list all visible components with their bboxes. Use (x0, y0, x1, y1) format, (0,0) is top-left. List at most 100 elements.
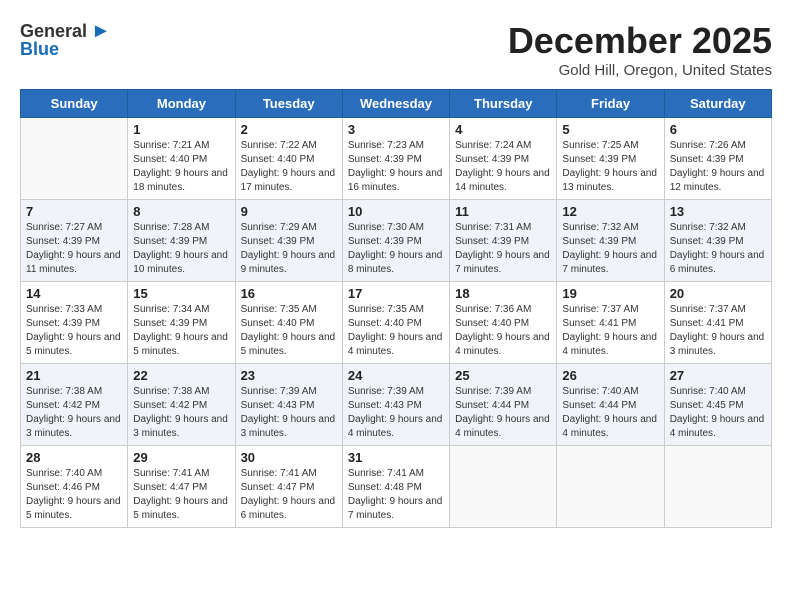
calendar-cell: 4Sunrise: 7:24 AMSunset: 4:39 PMDaylight… (450, 118, 557, 200)
day-number: 25 (455, 368, 551, 383)
logo: General ► Blue (20, 20, 111, 60)
calendar-cell (664, 446, 771, 528)
calendar-cell: 26 Sunrise: 7:40 AMSunset: 4:44 PMDayligh… (557, 364, 664, 446)
calendar-cell (21, 118, 128, 200)
calendar-cell: 1 Sunrise: 7:21 AMSunset: 4:40 PMDaylight… (128, 118, 235, 200)
calendar-cell: 14Sunrise: 7:33 AMSunset: 4:39 PMDayligh… (21, 282, 128, 364)
calendar-cell: 31 Sunrise: 7:41 AMSunset: 4:48 PMDayligh… (342, 446, 449, 528)
day-info: Sunrise: 7:40 AMSunset: 4:44 PMDaylight:… (562, 385, 658, 441)
day-number: 2 (241, 122, 337, 137)
calendar-week-row: 1 Sunrise: 7:21 AMSunset: 4:40 PMDaylight… (21, 118, 772, 200)
day-info: Sunrise: 7:26 AMSunset: 4:39 PMDaylight:… (670, 139, 766, 195)
calendar-cell: 23 Sunrise: 7:39 AMSunset: 4:43 PMDayligh… (235, 364, 342, 446)
day-info: Sunrise: 7:25 AMSunset: 4:39 PMDaylight:… (562, 139, 658, 195)
calendar-cell: 12 Sunrise: 7:32 AMSunset: 4:39 PMDayligh… (557, 200, 664, 282)
day-info: Sunrise: 7:37 AMSunset: 4:41 PMDaylight:… (562, 303, 658, 359)
day-number: 27 (670, 368, 766, 383)
day-of-week-header: Tuesday (235, 90, 342, 118)
day-info: Sunrise: 7:31 AMSunset: 4:39 PMDaylight:… (455, 221, 551, 277)
day-number: 10 (348, 204, 444, 219)
day-number: 12 (562, 204, 658, 219)
day-info: Sunrise: 7:38 AMSunset: 4:42 PMDaylight:… (26, 385, 122, 441)
day-info: Sunrise: 7:37 AMSunset: 4:41 PMDaylight:… (670, 303, 766, 359)
day-info: Sunrise: 7:35 AMSunset: 4:40 PMDaylight:… (241, 303, 337, 359)
day-info: Sunrise: 7:32 AMSunset: 4:39 PMDaylight:… (562, 221, 658, 277)
day-number: 6 (670, 122, 766, 137)
day-info: Sunrise: 7:39 AMSunset: 4:44 PMDaylight:… (455, 385, 551, 441)
day-number: 22 (133, 368, 229, 383)
day-number: 24 (348, 368, 444, 383)
calendar-cell: 28Sunrise: 7:40 AMSunset: 4:46 PMDayligh… (21, 446, 128, 528)
day-info: Sunrise: 7:39 AMSunset: 4:43 PMDaylight:… (348, 385, 444, 441)
calendar-cell: 15 Sunrise: 7:34 AMSunset: 4:39 PMDayligh… (128, 282, 235, 364)
day-number: 5 (562, 122, 658, 137)
day-info: Sunrise: 7:40 AMSunset: 4:45 PMDaylight:… (670, 385, 766, 441)
day-number: 8 (133, 204, 229, 219)
day-number: 28 (26, 450, 122, 465)
calendar-cell: 16 Sunrise: 7:35 AMSunset: 4:40 PMDayligh… (235, 282, 342, 364)
calendar-week-row: 14Sunrise: 7:33 AMSunset: 4:39 PMDayligh… (21, 282, 772, 364)
location: Gold Hill, Oregon, United States (508, 62, 772, 79)
day-number: 18 (455, 286, 551, 301)
calendar-header-row: SundayMondayTuesdayWednesdayThursdayFrid… (21, 90, 772, 118)
day-info: Sunrise: 7:41 AMSunset: 4:48 PMDaylight:… (348, 467, 444, 523)
day-info: Sunrise: 7:32 AMSunset: 4:39 PMDaylight:… (670, 221, 766, 277)
day-number: 20 (670, 286, 766, 301)
day-info: Sunrise: 7:27 AMSunset: 4:39 PMDaylight:… (26, 221, 122, 277)
logo-blue-text: Blue (20, 39, 59, 60)
day-number: 11 (455, 204, 551, 219)
calendar-cell: 25 Sunrise: 7:39 AMSunset: 4:44 PMDayligh… (450, 364, 557, 446)
calendar-cell: 21 Sunrise: 7:38 AMSunset: 4:42 PMDayligh… (21, 364, 128, 446)
day-info: Sunrise: 7:41 AMSunset: 4:47 PMDaylight:… (133, 467, 229, 523)
day-info: Sunrise: 7:22 AMSunset: 4:40 PMDaylight:… (241, 139, 337, 195)
day-number: 23 (241, 368, 337, 383)
page-header: General ► Blue December 2025 Gold Hill, … (20, 20, 772, 79)
day-number: 9 (241, 204, 337, 219)
day-of-week-header: Wednesday (342, 90, 449, 118)
calendar-cell: 3Sunrise: 7:23 AMSunset: 4:39 PMDaylight… (342, 118, 449, 200)
calendar-cell: 6 Sunrise: 7:26 AMSunset: 4:39 PMDaylight… (664, 118, 771, 200)
day-info: Sunrise: 7:30 AMSunset: 4:39 PMDaylight:… (348, 221, 444, 277)
day-number: 17 (348, 286, 444, 301)
day-number: 21 (26, 368, 122, 383)
calendar-cell: 9Sunrise: 7:29 AMSunset: 4:39 PMDaylight… (235, 200, 342, 282)
calendar-cell: 22 Sunrise: 7:38 AMSunset: 4:42 PMDayligh… (128, 364, 235, 446)
calendar-cell: 13Sunrise: 7:32 AMSunset: 4:39 PMDayligh… (664, 200, 771, 282)
calendar-table: SundayMondayTuesdayWednesdayThursdayFrid… (20, 89, 772, 528)
day-info: Sunrise: 7:35 AMSunset: 4:40 PMDaylight:… (348, 303, 444, 359)
calendar-week-row: 7 Sunrise: 7:27 AMSunset: 4:39 PMDaylight… (21, 200, 772, 282)
day-info: Sunrise: 7:28 AMSunset: 4:39 PMDaylight:… (133, 221, 229, 277)
day-number: 1 (133, 122, 229, 137)
calendar-cell: 30 Sunrise: 7:41 AMSunset: 4:47 PMDayligh… (235, 446, 342, 528)
day-number: 31 (348, 450, 444, 465)
day-number: 15 (133, 286, 229, 301)
day-of-week-header: Thursday (450, 90, 557, 118)
title-section: December 2025 Gold Hill, Oregon, United … (508, 20, 772, 79)
calendar-cell: 17 Sunrise: 7:35 AMSunset: 4:40 PMDayligh… (342, 282, 449, 364)
day-of-week-header: Monday (128, 90, 235, 118)
day-info: Sunrise: 7:34 AMSunset: 4:39 PMDaylight:… (133, 303, 229, 359)
day-info: Sunrise: 7:41 AMSunset: 4:47 PMDaylight:… (241, 467, 337, 523)
calendar-cell: 20 Sunrise: 7:37 AMSunset: 4:41 PMDayligh… (664, 282, 771, 364)
day-number: 30 (241, 450, 337, 465)
day-number: 16 (241, 286, 337, 301)
calendar-cell (557, 446, 664, 528)
day-info: Sunrise: 7:21 AMSunset: 4:40 PMDaylight:… (133, 139, 229, 195)
day-info: Sunrise: 7:36 AMSunset: 4:40 PMDaylight:… (455, 303, 551, 359)
calendar-cell: 2 Sunrise: 7:22 AMSunset: 4:40 PMDaylight… (235, 118, 342, 200)
day-number: 14 (26, 286, 122, 301)
calendar-week-row: 21 Sunrise: 7:38 AMSunset: 4:42 PMDayligh… (21, 364, 772, 446)
calendar-cell: 29Sunrise: 7:41 AMSunset: 4:47 PMDayligh… (128, 446, 235, 528)
calendar-week-row: 28Sunrise: 7:40 AMSunset: 4:46 PMDayligh… (21, 446, 772, 528)
day-of-week-header: Sunday (21, 90, 128, 118)
calendar-cell: 27 Sunrise: 7:40 AMSunset: 4:45 PMDayligh… (664, 364, 771, 446)
month-title: December 2025 (508, 20, 772, 62)
day-info: Sunrise: 7:23 AMSunset: 4:39 PMDaylight:… (348, 139, 444, 195)
day-number: 26 (562, 368, 658, 383)
day-info: Sunrise: 7:39 AMSunset: 4:43 PMDaylight:… (241, 385, 337, 441)
logo-bird-icon: ► (91, 20, 111, 43)
day-info: Sunrise: 7:38 AMSunset: 4:42 PMDaylight:… (133, 385, 229, 441)
calendar-cell: 24 Sunrise: 7:39 AMSunset: 4:43 PMDayligh… (342, 364, 449, 446)
calendar-cell: 19Sunrise: 7:37 AMSunset: 4:41 PMDayligh… (557, 282, 664, 364)
day-number: 7 (26, 204, 122, 219)
